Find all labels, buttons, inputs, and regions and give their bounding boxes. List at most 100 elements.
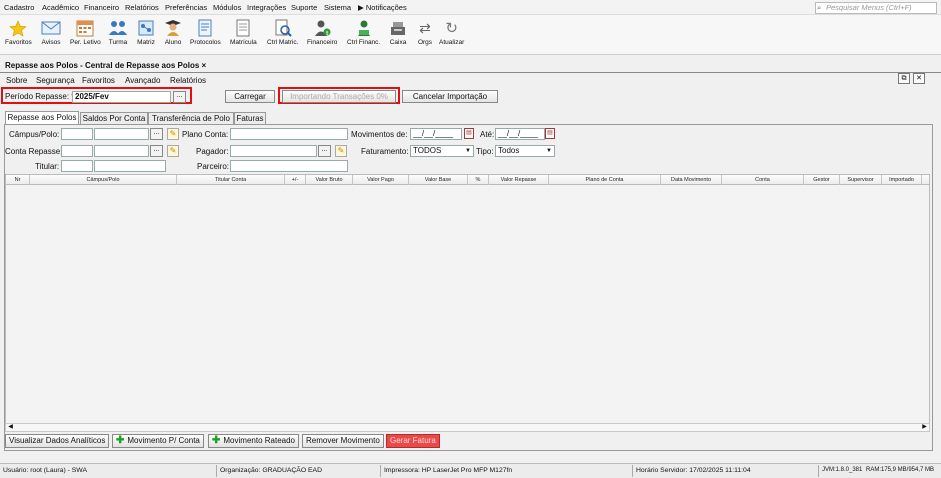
col-percent[interactable]: %	[468, 175, 489, 185]
conta-repasse-lookup-button[interactable]: ...	[150, 145, 163, 157]
parceiro-input[interactable]	[230, 160, 348, 172]
toolbar-per-letivo[interactable]: Per. Letivo	[70, 19, 101, 46]
col-importado[interactable]: Importado	[882, 175, 922, 185]
col-conta[interactable]: Conta	[722, 175, 804, 185]
pagador-lookup-button[interactable]: ...	[318, 145, 331, 157]
star-icon	[8, 19, 28, 37]
toolbar-caixa[interactable]: Caixa	[388, 19, 408, 46]
col-valor-base[interactable]: Valor Base	[409, 175, 468, 185]
col-data-movimento[interactable]: Data Movimento	[661, 175, 722, 185]
envelope-icon	[41, 19, 61, 37]
menu-relatorios[interactable]: Relatórios	[125, 3, 159, 12]
tipo-label: Tipo:	[476, 147, 494, 156]
movimento-rateado-button[interactable]: ✚ Movimento Rateado	[208, 434, 299, 448]
campus-lookup-button[interactable]: ...	[150, 128, 163, 140]
titular-code-input[interactable]	[61, 160, 93, 172]
col-gestor[interactable]: Gestor	[804, 175, 840, 185]
pagador-edit-icon[interactable]: ✎	[335, 145, 347, 157]
divider	[818, 465, 819, 477]
tipo-select[interactable]: Todos ▼	[495, 145, 555, 157]
toolbar-atualizar[interactable]: ↻ Atualizar	[439, 19, 464, 46]
toolbar: Favoritos Avisos Per. Letivo Turma Matri…	[0, 15, 941, 55]
col-sinal[interactable]: +/-	[285, 175, 306, 185]
toolbar-turma[interactable]: Turma	[108, 19, 128, 46]
campus-name-input[interactable]	[94, 128, 149, 140]
toolbar-matriz[interactable]: Matriz	[136, 19, 156, 46]
col-campus-polo[interactable]: Câmpus/Polo	[30, 175, 177, 185]
campus-code-input[interactable]	[61, 128, 93, 140]
repasse-table[interactable]: Nr Câmpus/Polo Titular Conta +/- Valor B…	[5, 174, 930, 430]
horizontal-scrollbar[interactable]: ◀ ▶	[5, 423, 930, 432]
toolbar-aluno[interactable]: Aluno	[163, 19, 183, 46]
submenu-relatorios[interactable]: Relatórios	[170, 76, 206, 85]
toolbar-matricula-label: Matrícula	[230, 39, 257, 46]
titular-name-input[interactable]	[94, 160, 166, 172]
menu-sistema[interactable]: Sistema	[324, 3, 351, 12]
toolbar-favoritos[interactable]: Favoritos	[5, 19, 32, 46]
toolbar-protocolos[interactable]: Protocolos	[190, 19, 221, 46]
faturamento-select[interactable]: TODOS ▼	[410, 145, 474, 157]
movimentos-de-input[interactable]: __/__/____	[410, 128, 462, 140]
pagador-input[interactable]	[230, 145, 317, 157]
tab-repasse-polos[interactable]: Repasse aos Polos	[5, 111, 79, 125]
toolbar-avisos[interactable]: Avisos	[41, 19, 61, 46]
col-valor-repasse[interactable]: Valor Repasse	[489, 175, 549, 185]
gerar-fatura-button[interactable]: Gerar Fatura	[386, 434, 440, 448]
menu-cadastro[interactable]: Cadastro	[4, 3, 34, 12]
cancelar-importacao-button[interactable]: Cancelar Importação	[402, 90, 498, 103]
toolbar-orgs[interactable]: ⇄ Orgs	[415, 19, 435, 47]
table-header: Nr Câmpus/Polo Titular Conta +/- Valor B…	[6, 175, 929, 185]
toolbar-ctrl-matric-label: Ctrl Matric.	[267, 39, 299, 46]
add-icon: ✚	[116, 435, 125, 446]
campus-edit-icon[interactable]: ✎	[167, 128, 179, 140]
carregar-button[interactable]: Carregar	[225, 90, 275, 103]
toolbar-ctrl-matric[interactable]: Ctrl Matric.	[267, 19, 298, 46]
menu-preferencias[interactable]: Preferências	[165, 3, 207, 12]
toolbar-financeiro[interactable]: $ Financeiro	[307, 19, 337, 46]
movimentos-ate-input[interactable]: __/__/____	[495, 128, 545, 140]
col-titular-conta[interactable]: Titular Conta	[177, 175, 285, 185]
plano-conta-input[interactable]	[230, 128, 348, 140]
toolbar-matricula[interactable]: Matrícula	[230, 19, 257, 46]
col-valor-pago[interactable]: Valor Pago	[353, 175, 409, 185]
menu-notificacoes[interactable]: ▶ Notificações	[358, 3, 407, 12]
submenu-seguranca[interactable]: Segurança	[36, 76, 75, 85]
menu-integracoes[interactable]: Integrações	[247, 3, 286, 12]
scroll-left-icon[interactable]: ◀	[6, 424, 15, 431]
calendar-de-icon[interactable]: ▤	[464, 128, 474, 139]
remover-movimento-button[interactable]: Remover Movimento	[302, 434, 384, 448]
faturamento-value: TODOS	[413, 146, 442, 155]
col-valor-bruto[interactable]: Valor Bruto	[306, 175, 353, 185]
conta-repasse-edit-icon[interactable]: ✎	[167, 145, 179, 157]
toolbar-ctrl-financ[interactable]: Ctrl Financ.	[347, 19, 380, 46]
menu-academico[interactable]: Acadêmico	[42, 3, 79, 12]
col-plano-conta[interactable]: Plano de Conta	[549, 175, 661, 185]
close-window-icon[interactable]: ✕	[913, 73, 925, 84]
finance-person-icon: $	[312, 19, 332, 37]
divider	[0, 72, 941, 73]
detach-window-icon[interactable]: ⧉	[898, 73, 910, 84]
close-icon[interactable]: ×	[202, 61, 207, 70]
col-nr[interactable]: Nr	[6, 175, 30, 185]
menu-financeiro[interactable]: Financeiro	[84, 3, 119, 12]
periodo-input[interactable]: 2025/Fev	[72, 91, 171, 103]
conta-repasse-code-input[interactable]	[61, 145, 93, 157]
menu-suporte[interactable]: Suporte	[291, 3, 317, 12]
submenu-favoritos[interactable]: Favoritos	[82, 76, 115, 85]
scroll-right-icon[interactable]: ▶	[920, 424, 929, 431]
menu-modulos[interactable]: Módulos	[213, 3, 241, 12]
search-menus-input[interactable]: ⌕ Pesquisar Menus (Ctrl+F)	[815, 2, 937, 14]
col-supervisor[interactable]: Supervisor	[840, 175, 882, 185]
enrollment-icon	[233, 19, 253, 37]
window-title-wrap[interactable]: Repasse aos Polos - Central de Repasse a…	[5, 61, 206, 70]
submenu-avancado[interactable]: Avançado	[125, 76, 160, 85]
status-organizacao: Organização: GRADUAÇÃO EAD	[220, 467, 322, 474]
pagador-label: Pagador:	[196, 147, 229, 156]
calendar-ate-icon[interactable]: ▤	[545, 128, 555, 139]
menubar: Cadastro Acadêmico Financeiro Relatórios…	[0, 0, 941, 15]
visualizar-dados-button[interactable]: Visualizar Dados Analíticos	[5, 434, 110, 448]
periodo-lookup-button[interactable]: ...	[173, 91, 186, 103]
conta-repasse-name-input[interactable]	[94, 145, 149, 157]
submenu-sobre[interactable]: Sobre	[6, 76, 27, 85]
movimento-conta-button[interactable]: ✚ Movimento P/ Conta	[112, 434, 204, 448]
